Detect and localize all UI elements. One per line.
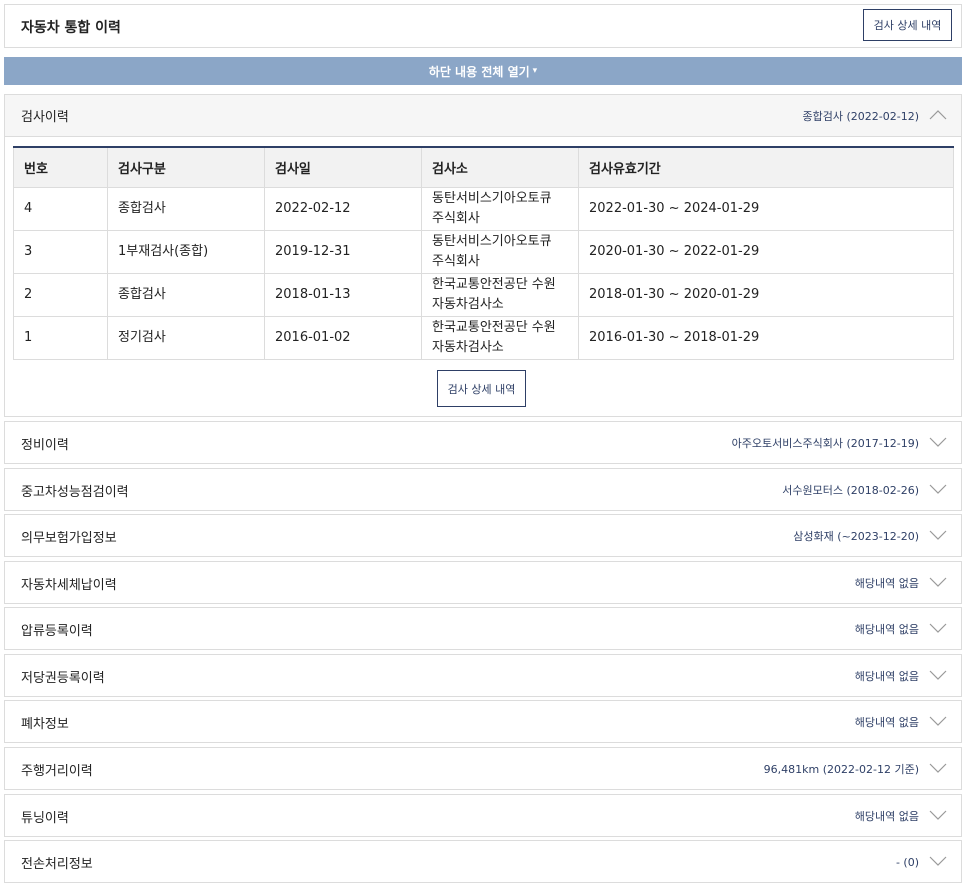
section-total-loss[interactable]: 전손처리정보 - (0) (4, 840, 962, 883)
section-header[interactable]: 폐차정보 해당내역 없음 (5, 701, 961, 743)
table-cell: 2016-01-02 (264, 315, 422, 360)
table-cell: 3 (13, 229, 108, 274)
chevron-down-icon[interactable] (929, 435, 947, 449)
column-header: 번호 (13, 147, 108, 188)
inspection-panel: 검사이력 종합검사 (2022-02-12) 번호 검사구분 검사일 검사소 검… (4, 94, 962, 417)
table-cell: 동탄서비스기아오토큐 주식회사 (421, 186, 579, 231)
table-cell: 종합검사 (107, 272, 265, 317)
section-summary: 해당내역 없음 (854, 670, 919, 683)
expand-all-label: 하단 내용 전체 열기 (428, 64, 530, 79)
inspection-table: 번호 검사구분 검사일 검사소 검사유효기간 4 종합검사 2022-02-12… (13, 146, 954, 360)
table-cell: 2022-02-12 (264, 186, 422, 231)
section-mileage[interactable]: 주행거리이력 96,481km (2022-02-12 기준) (4, 747, 962, 790)
table-cell: 2016-01-30 ~ 2018-01-29 (578, 315, 954, 360)
column-header: 검사일 (264, 147, 422, 188)
section-header[interactable]: 자동차세체납이력 해당내역 없음 (5, 562, 961, 604)
inspection-panel-header[interactable]: 검사이력 종합검사 (2022-02-12) (5, 95, 961, 137)
table-cell: 종합검사 (107, 186, 265, 231)
section-title: 저당권등록이력 (21, 670, 105, 686)
table-cell: 한국교통안전공단 수원 자동차검사소 (421, 272, 579, 317)
section-header[interactable]: 튜닝이력 해당내역 없음 (5, 795, 961, 837)
column-header: 검사유효기간 (578, 147, 954, 188)
section-header[interactable]: 의무보험가입정보 삼성화재 (~2023-12-20) (5, 515, 961, 557)
section-summary: 삼성화재 (~2023-12-20) (793, 530, 919, 543)
table-cell: 2 (13, 272, 108, 317)
column-header: 검사소 (421, 147, 579, 188)
section-summary: 96,481km (2022-02-12 기준) (763, 763, 919, 776)
chevron-down-icon[interactable] (929, 808, 947, 822)
table-cell: 1부재검사(종합) (107, 229, 265, 274)
section-seizure[interactable]: 압류등록이력 해당내역 없음 (4, 607, 962, 650)
section-scrap[interactable]: 폐차정보 해당내역 없음 (4, 700, 962, 743)
section-title: 주행거리이력 (21, 763, 93, 779)
caret-down-icon: ▾ (532, 66, 538, 76)
column-header: 검사구분 (107, 147, 265, 188)
section-summary: 아주오토서비스주식회사 (2017-12-19) (731, 437, 919, 450)
header-detail-button[interactable]: 검사 상세 내역 (863, 9, 952, 41)
chevron-down-icon[interactable] (929, 528, 947, 542)
section-header[interactable]: 전손처리정보 - (0) (5, 841, 961, 883)
section-used-car-inspection[interactable]: 중고차성능점검이력 서수원모터스 (2018-02-26) (4, 468, 962, 511)
table-row: 4 종합검사 2022-02-12 동탄서비스기아오토큐 주식회사 2022-0… (13, 186, 954, 231)
chevron-down-icon[interactable] (929, 668, 947, 682)
table-header-row: 번호 검사구분 검사일 검사소 검사유효기간 (13, 147, 954, 188)
section-summary: - (0) (895, 855, 919, 869)
section-summary: 해당내역 없음 (854, 810, 919, 823)
table-row: 1 정기검사 2016-01-02 한국교통안전공단 수원 자동차검사소 201… (13, 315, 954, 360)
section-title: 튜닝이력 (21, 810, 69, 826)
table-cell: 2018-01-13 (264, 272, 422, 317)
chevron-down-icon[interactable] (929, 482, 947, 496)
table-cell: 2020-01-30 ~ 2022-01-29 (578, 229, 954, 274)
section-header[interactable]: 정비이력 아주오토서비스주식회사 (2017-12-19) (5, 422, 961, 464)
table-cell: 한국교통안전공단 수원 자동차검사소 (421, 315, 579, 360)
section-title: 중고차성능점검이력 (21, 484, 129, 500)
table-row: 3 1부재검사(종합) 2019-12-31 동탄서비스기아오토큐 주식회사 2… (13, 229, 954, 274)
section-header[interactable]: 주행거리이력 96,481km (2022-02-12 기준) (5, 748, 961, 790)
table-row: 2 종합검사 2018-01-13 한국교통안전공단 수원 자동차검사소 201… (13, 272, 954, 317)
section-title: 자동차세체납이력 (21, 577, 117, 593)
section-summary: 해당내역 없음 (854, 716, 919, 729)
table-cell: 2019-12-31 (264, 229, 422, 274)
table-cell: 정기검사 (107, 315, 265, 360)
section-tax-arrears[interactable]: 자동차세체납이력 해당내역 없음 (4, 561, 962, 604)
section-summary: 서수원모터스 (2018-02-26) (782, 484, 919, 497)
section-insurance[interactable]: 의무보험가입정보 삼성화재 (~2023-12-20) (4, 514, 962, 557)
section-summary: 해당내역 없음 (854, 623, 919, 636)
page-title: 자동차 통합 이력 (21, 20, 121, 36)
chevron-down-icon[interactable] (929, 714, 947, 728)
section-header[interactable]: 압류등록이력 해당내역 없음 (5, 608, 961, 650)
chevron-down-icon[interactable] (929, 621, 947, 635)
table-cell: 2022-01-30 ~ 2024-01-29 (578, 186, 954, 231)
section-title: 의무보험가입정보 (21, 530, 117, 546)
panel-title: 검사이력 (21, 110, 69, 125)
section-maintenance[interactable]: 정비이력 아주오토서비스주식회사 (2017-12-19) (4, 421, 962, 464)
table-cell: 동탄서비스기아오토큐 주식회사 (421, 229, 579, 274)
section-title: 폐차정보 (21, 716, 69, 732)
section-header[interactable]: 저당권등록이력 해당내역 없음 (5, 655, 961, 697)
inspection-detail-button[interactable]: 검사 상세 내역 (437, 370, 526, 407)
panel-summary: 종합검사 (2022-02-12) (802, 109, 920, 123)
section-title: 압류등록이력 (21, 623, 93, 639)
table-cell: 2018-01-30 ~ 2020-01-29 (578, 272, 954, 317)
expand-all-button[interactable]: 하단 내용 전체 열기 ▾ (4, 57, 962, 85)
table-cell: 4 (13, 186, 108, 231)
section-mortgage[interactable]: 저당권등록이력 해당내역 없음 (4, 654, 962, 697)
chevron-down-icon[interactable] (929, 761, 947, 775)
section-header[interactable]: 중고차성능점검이력 서수원모터스 (2018-02-26) (5, 469, 961, 511)
section-summary: 해당내역 없음 (854, 577, 919, 590)
chevron-down-icon[interactable] (929, 854, 947, 868)
chevron-up-icon[interactable] (929, 108, 947, 122)
chevron-down-icon[interactable] (929, 575, 947, 589)
section-title: 정비이력 (21, 437, 69, 453)
section-title: 전손처리정보 (21, 856, 93, 872)
table-cell: 1 (13, 315, 108, 360)
section-tuning[interactable]: 튜닝이력 해당내역 없음 (4, 794, 962, 837)
page-header: 자동차 통합 이력 검사 상세 내역 (4, 4, 962, 48)
